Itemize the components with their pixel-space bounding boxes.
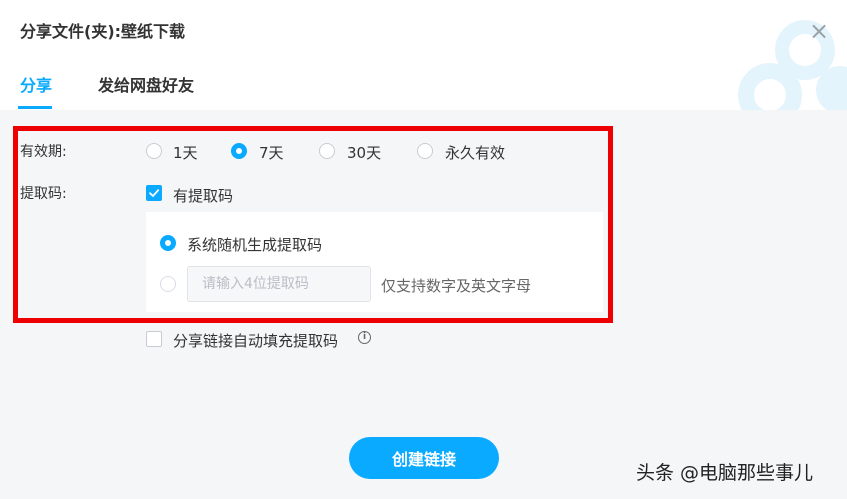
close-icon[interactable]: × — [808, 19, 830, 43]
watermark-text: 头条 @电脑那些事儿 — [636, 462, 814, 484]
dialog-title: 分享文件(夹):壁纸下载 — [20, 22, 186, 41]
tab-share[interactable]: 分享 — [20, 72, 52, 96]
dialog-header: 分享文件(夹):壁纸下载 × 分享 发给网盘好友 — [0, 0, 847, 110]
highlight-box — [13, 126, 613, 323]
create-link-button[interactable]: 创建链接 — [349, 437, 499, 479]
auto-fill-label[interactable]: 分享链接自动填充提取码 — [173, 330, 338, 351]
active-tab-indicator — [18, 106, 52, 109]
auto-fill-checkbox[interactable] — [146, 331, 162, 347]
tab-send-to-friend[interactable]: 发给网盘好友 — [98, 72, 194, 96]
info-icon[interactable]: i — [358, 331, 371, 344]
